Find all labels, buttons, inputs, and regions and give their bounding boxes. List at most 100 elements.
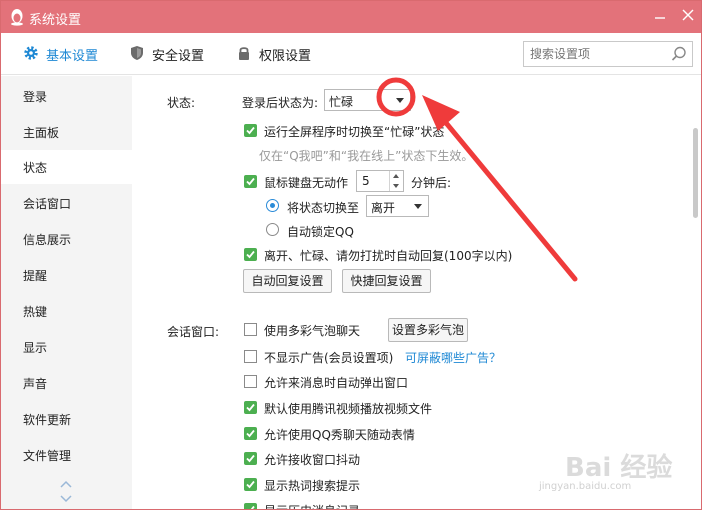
sidebar-item-main-panel[interactable]: 主面板 [1,115,132,149]
tab-basic-settings-label: 基本设置 [46,49,99,64]
window-shake-label: 允许接收窗口抖动 [264,453,361,467]
login-status-select[interactable]: 忙碌 [324,89,411,111]
close-icon [682,9,694,21]
tab-basic-settings[interactable]: 基本设置 [23,44,111,64]
quick-reply-settings-button[interactable]: 快捷回复设置 [342,269,431,293]
sidebar-item-hotkeys[interactable]: 热键 [1,294,132,328]
idle-label: 鼠标键盘无动作 [264,176,349,190]
blockable-ads-link[interactable]: 可屏蔽哪些广告？ [405,349,501,366]
idle-minutes-stepper[interactable]: 5 [356,170,404,192]
checkmark-icon [246,429,255,438]
sidebar-item-login[interactable]: 登录 [1,79,132,113]
fullscreen-busy-checkbox[interactable] [244,124,257,137]
gear-icon [24,46,38,60]
checkmark-icon [246,454,255,463]
history-label: 显示历史消息记录 [264,502,360,509]
fullscreen-busy-note: 仅在“Q我吧”和“我在线上”状态下生效。 [259,149,474,163]
checkmark-icon [247,505,255,509]
minimize-icon [655,17,665,19]
hot-search-checkbox[interactable] [244,478,257,491]
sidebar-item-software-update[interactable]: 软件更新 [1,402,132,436]
watermark-text: Bai 经验 [565,453,673,483]
chat-section-heading: 会话窗口: [167,325,220,339]
no-ads-label: 不显示广告(会员设置项) [264,351,394,365]
close-button[interactable] [677,7,699,27]
qq-show-checkbox[interactable] [244,427,257,440]
sidebar-item-label: 提醒 [23,269,48,283]
login-status-label: 登录后状态为: [242,96,319,110]
sidebar-item-label: 显示 [23,341,48,355]
shield-icon [131,46,143,60]
stepper-down-icon[interactable] [389,181,403,191]
hot-search-label: 显示热词搜索提示 [264,479,361,493]
window-title: 系统设置 [29,13,82,28]
switch-status-select[interactable]: 离开 [366,195,429,217]
title-bar: 系统设置 [1,1,701,33]
chevron-down-icon [396,98,404,103]
auto-popup-checkbox[interactable] [244,375,257,388]
sidebar-item-label: 热键 [23,305,48,319]
switch-status-radio[interactable] [266,199,279,212]
idle-minutes-suffix: 分钟后: [411,176,452,190]
sidebar: 登录 主面板 状态 会话窗口 信息展示 提醒 热键 显示 声音 软件更新 文件管… [1,76,132,509]
colorful-bubble-checkbox[interactable] [244,323,257,336]
lock-icon [239,47,249,60]
colorful-bubble-label: 使用多彩气泡聊天 [264,324,361,338]
tab-permission-settings[interactable]: 权限设置 [236,44,324,64]
tab-security-settings-label: 安全设置 [152,49,205,64]
auto-reply-checkbox[interactable] [244,248,257,261]
minimize-button[interactable] [649,7,671,27]
sidebar-item-display[interactable]: 显示 [1,330,132,364]
checkmark-icon [246,177,255,186]
search-icon[interactable] [670,45,688,63]
sidebar-item-file-management[interactable]: 文件管理 [1,438,132,472]
sidebar-item-label: 信息展示 [23,233,72,247]
chevron-down-icon [414,204,422,209]
checkmark-icon [246,480,255,489]
auto-reply-settings-button[interactable]: 自动回复设置 [243,269,332,293]
sidebar-item-sound[interactable]: 声音 [1,366,132,400]
sidebar-item-reminders[interactable]: 提醒 [1,258,132,292]
checkmark-icon [246,126,255,135]
window-shake-checkbox[interactable] [244,452,257,465]
no-ads-checkbox[interactable] [244,350,257,363]
sidebar-item-label: 登录 [23,90,48,104]
sidebar-item-info-display[interactable]: 信息展示 [1,222,132,256]
settings-content [132,76,701,509]
tencent-video-label: 默认使用腾讯视频播放视频文件 [264,402,433,416]
idle-minutes-value: 5 [362,174,370,188]
status-section-heading: 状态: [167,96,196,110]
scroll-up-icon[interactable] [59,480,73,488]
content-scrollbar[interactable] [693,128,698,218]
sidebar-item-status[interactable]: 状态 [1,150,132,184]
search-input[interactable] [530,45,664,63]
history-checkbox[interactable] [244,503,257,509]
settings-window: 系统设置 基本设置 安全设置 权限设置 搜索设置项 登录 主面板 状态 会话窗口… [0,0,702,510]
auto-lock-radio[interactable] [266,223,279,236]
colorful-bubble-settings-button[interactable]: 设置多彩气泡 [388,318,468,342]
idle-checkbox[interactable] [244,175,257,188]
switch-status-value: 离开 [371,201,396,215]
tab-permission-settings-label: 权限设置 [259,49,312,64]
auto-reply-label: 离开、忙碌、请勿打扰时自动回复(100字以内) [264,249,513,263]
switch-status-label: 将状态切换至 [287,201,360,215]
sidebar-item-label: 文件管理 [23,449,72,463]
qq-show-label: 允许使用QQ秀聊天随动表情 [264,428,415,442]
sidebar-item-label: 主面板 [23,126,60,140]
watermark-subtext: jingyan.baidu.com [539,481,632,492]
scroll-down-icon[interactable] [59,495,73,503]
login-status-value: 忙碌 [329,95,354,109]
checkmark-icon [246,403,255,412]
sidebar-item-label: 会话窗口 [23,197,72,211]
search-box [523,41,693,67]
tencent-video-checkbox[interactable] [244,401,257,414]
stepper-up-icon[interactable] [389,171,403,181]
sidebar-item-chat-window[interactable]: 会话窗口 [1,186,132,220]
tab-security-settings[interactable]: 安全设置 [129,44,217,64]
sidebar-item-label: 软件更新 [23,413,72,427]
sidebar-item-label: 状态 [23,161,48,175]
settings-toolbar: 基本设置 安全设置 权限设置 [1,33,701,75]
checkmark-icon [246,250,255,259]
sidebar-item-label: 声音 [23,377,48,391]
fullscreen-busy-label: 运行全屏程序时切换至“忙碌”状态 [264,125,445,139]
